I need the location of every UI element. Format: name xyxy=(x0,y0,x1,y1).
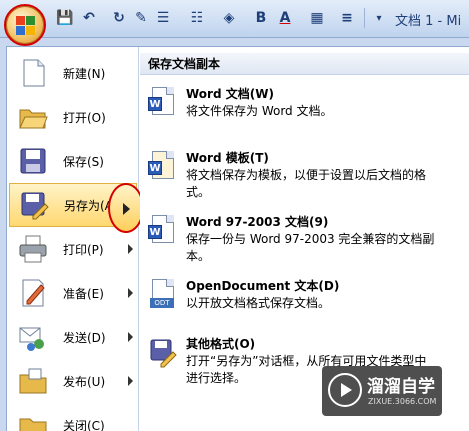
save-as-icon xyxy=(18,189,50,221)
option-title: Word 文档(W) xyxy=(186,87,274,101)
menu-item-label: 打印(P) xyxy=(63,242,104,257)
qat-customize-chevron-icon[interactable]: ▾ xyxy=(368,7,390,29)
window-title: 文档 1 - Mi xyxy=(395,14,462,29)
new-document-icon xyxy=(17,57,49,89)
menu-item-label: 新建(N) xyxy=(63,66,106,81)
menu-item-prepare[interactable]: 准备(E) xyxy=(9,271,137,315)
watermark-url: ZIXUE.3066.COM xyxy=(368,397,437,406)
qat-save-icon[interactable]: 💾 xyxy=(54,7,76,29)
watermark-play-icon xyxy=(328,373,362,407)
submenu-arrow-icon xyxy=(128,288,133,298)
option-title: Word 模板(T) xyxy=(186,151,269,165)
qat-borders-icon[interactable]: ▦ xyxy=(306,7,328,29)
office-menu-commands: 新建(N) 打开(O) 保存(S) 另存为(A) 打印(P) 准备(E) 发送(… xyxy=(7,47,144,431)
word-document-icon: W xyxy=(148,87,178,119)
qat-separator xyxy=(364,8,365,28)
menu-item-label: 关闭(C) xyxy=(63,418,105,431)
option-title: OpenDocument 文本(D) xyxy=(186,279,340,293)
watermark: 溜溜自学 ZIXUE.3066.COM xyxy=(322,366,442,416)
qat-shading-icon[interactable]: ◈ xyxy=(218,7,240,29)
option-description: 将文件保存为 Word 文档。 xyxy=(186,104,333,118)
qat-format-painter-icon[interactable]: ✎ xyxy=(130,7,152,29)
menu-item-label: 准备(E) xyxy=(63,286,104,301)
qat-bullets-icon[interactable]: ☰ xyxy=(152,7,174,29)
other-formats-icon xyxy=(148,337,178,369)
menu-item-close[interactable]: 关闭(C) xyxy=(9,403,137,431)
option-description: 以开放文档格式保存文档。 xyxy=(186,296,331,310)
menu-item-print[interactable]: 打印(P) xyxy=(9,227,137,271)
opendocument-icon: ODT xyxy=(148,279,178,311)
publish-icon xyxy=(17,365,49,397)
office-button[interactable] xyxy=(4,4,46,46)
printer-icon xyxy=(17,233,49,265)
send-icon xyxy=(17,321,49,353)
prepare-icon xyxy=(17,277,49,309)
save-icon xyxy=(17,145,49,177)
menu-item-save[interactable]: 保存(S) xyxy=(9,139,137,183)
word-template-icon: W xyxy=(148,151,178,183)
submenu-arrow-icon xyxy=(128,244,133,254)
menu-item-label: 保存(S) xyxy=(63,154,104,169)
menu-item-publish[interactable]: 发布(U) xyxy=(9,359,137,403)
office-logo-icon xyxy=(16,16,36,36)
watermark-name: 溜溜自学 xyxy=(367,377,435,397)
submenu-arrow-icon xyxy=(128,376,133,386)
word-97-icon: W xyxy=(148,215,178,247)
qat-align-icon[interactable]: ≡ xyxy=(336,7,358,29)
menu-item-label: 打开(O) xyxy=(63,110,106,125)
menu-item-label: 发布(U) xyxy=(63,374,106,389)
submenu-arrow-icon xyxy=(123,203,130,215)
option-word-97-2003[interactable]: W Word 97-2003 文档(9) 保存一份与 Word 97-2003 … xyxy=(148,213,468,269)
option-word-document[interactable]: W Word 文档(W) 将文件保存为 Word 文档。 xyxy=(148,85,468,131)
qat-font-color-icon[interactable]: A xyxy=(274,7,296,29)
menu-item-new[interactable]: 新建(N) xyxy=(9,51,137,95)
menu-item-label: 发送(D) xyxy=(63,330,106,345)
qat-redo-icon[interactable]: ↻ xyxy=(108,7,130,29)
option-description: 将文档保存为模板，以便于设置以后文档的格式。 xyxy=(186,168,427,199)
submenu-header: 保存文档副本 xyxy=(140,53,469,75)
menu-item-open[interactable]: 打开(O) xyxy=(9,95,137,139)
close-folder-icon xyxy=(17,409,49,431)
qat-bold-icon[interactable]: B xyxy=(250,7,272,29)
menu-item-send[interactable]: 发送(D) xyxy=(9,315,137,359)
option-opendocument[interactable]: ODT OpenDocument 文本(D) 以开放文档格式保存文档。 xyxy=(148,277,468,323)
option-title: Word 97-2003 文档(9) xyxy=(186,215,329,229)
option-title: 其他格式(O) xyxy=(186,337,256,351)
qat-numbering-icon[interactable]: ☷ xyxy=(186,7,208,29)
qat-undo-icon[interactable]: ↶ xyxy=(78,7,100,29)
quick-access-toolbar: 💾 ↶ ↻ ✎ ☰ ☷ ◈ B A ▦ ≡ ▾ 文档 1 - Mi xyxy=(0,0,469,38)
open-folder-icon xyxy=(17,101,49,133)
save-as-submenu-arrow[interactable] xyxy=(108,183,144,233)
option-word-template[interactable]: W Word 模板(T) 将文档保存为模板，以便于设置以后文档的格式。 xyxy=(148,149,468,205)
submenu-arrow-icon xyxy=(128,332,133,342)
option-description: 保存一份与 Word 97-2003 完全兼容的文档副本。 xyxy=(186,232,435,263)
